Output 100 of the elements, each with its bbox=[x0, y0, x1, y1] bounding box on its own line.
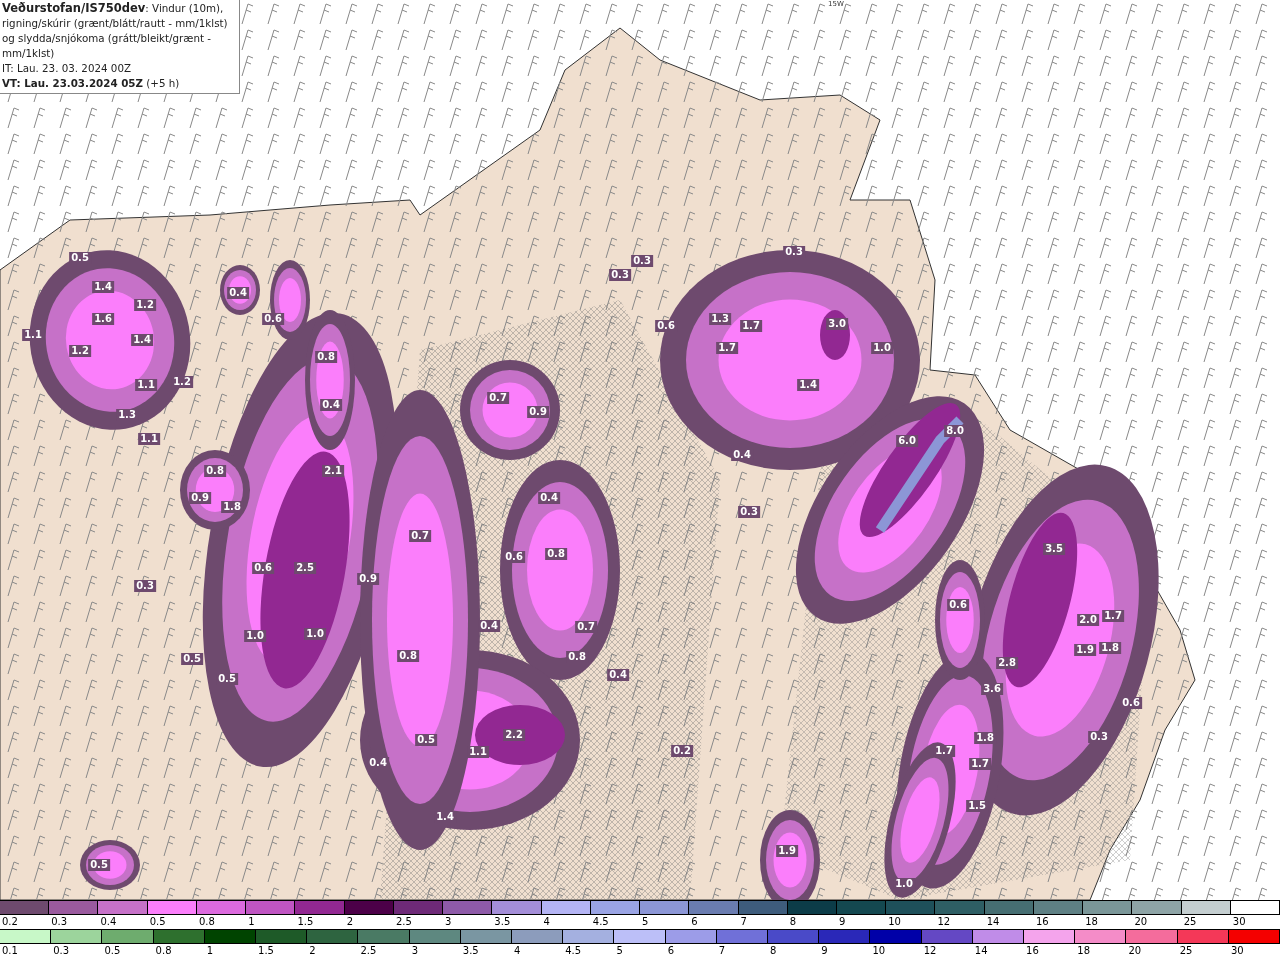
value-label: 1.0 bbox=[304, 628, 326, 640]
value-label: 1.7 bbox=[933, 745, 955, 757]
value-label: 0.6 bbox=[503, 551, 525, 563]
init-time: IT: Lau. 23. 03. 2024 00Z bbox=[2, 61, 132, 76]
value-label: 1.1 bbox=[22, 329, 44, 341]
value-label: 0.4 bbox=[538, 492, 560, 504]
value-label: 1.1 bbox=[135, 379, 157, 391]
value-label: 0.4 bbox=[731, 449, 753, 461]
value-label: 2.8 bbox=[996, 657, 1018, 669]
legend-label: 6 bbox=[691, 916, 698, 927]
legend-label: 5 bbox=[642, 916, 649, 927]
legend-label: 10 bbox=[872, 945, 886, 956]
legend-label: 0.3 bbox=[53, 945, 70, 956]
legend-label: 5 bbox=[616, 945, 623, 956]
value-label: 1.7 bbox=[740, 320, 762, 332]
value-label: 0.8 bbox=[397, 650, 419, 662]
valid-time: VT: Lau. 23.03.2024 05Z (+5 h) bbox=[2, 76, 181, 91]
legend-label: 10 bbox=[888, 916, 901, 927]
value-label: 0.9 bbox=[527, 406, 549, 418]
value-label: 1.0 bbox=[244, 630, 266, 642]
value-label: 0.3 bbox=[134, 580, 156, 592]
legend-label: 18 bbox=[1077, 945, 1090, 956]
legend-label: 9 bbox=[821, 945, 828, 956]
value-label: 0.4 bbox=[227, 287, 249, 299]
value-label: 0.4 bbox=[367, 757, 389, 769]
legend-label: 14 bbox=[986, 916, 1000, 927]
legend-label: 4.5 bbox=[592, 916, 609, 927]
legend-label: 7 bbox=[718, 945, 726, 956]
value-label: 1.2 bbox=[69, 345, 91, 357]
legend-label: 3 bbox=[411, 945, 418, 956]
legend-label: 16 bbox=[1026, 945, 1039, 956]
legend-label: 30 bbox=[1230, 945, 1244, 956]
value-label: 0.3 bbox=[783, 246, 805, 258]
legend-label: 8 bbox=[789, 916, 797, 927]
legend-label: 4.5 bbox=[565, 945, 582, 956]
legend-label: 20 bbox=[1134, 916, 1148, 927]
value-label: 0.6 bbox=[947, 599, 969, 611]
legend-label: 2.5 bbox=[360, 945, 377, 956]
legend-label: 1.5 bbox=[258, 945, 274, 956]
value-label: 0.8 bbox=[545, 548, 567, 560]
legend-label: 1.5 bbox=[297, 916, 314, 927]
value-label: 1.7 bbox=[969, 758, 991, 770]
value-label: 0.4 bbox=[607, 669, 629, 681]
legend-label: 2.5 bbox=[395, 916, 412, 927]
value-label: 0.5 bbox=[216, 673, 238, 685]
value-label: 0.7 bbox=[575, 621, 597, 633]
value-label: 0.6 bbox=[1120, 697, 1142, 709]
value-label: 1.9 bbox=[1074, 644, 1096, 656]
legend-label: 7 bbox=[740, 916, 747, 927]
value-label: 0.8 bbox=[566, 651, 588, 663]
legend-label: 8 bbox=[770, 945, 777, 956]
value-label: 0.8 bbox=[315, 351, 337, 363]
legend-label: 1 bbox=[248, 916, 255, 927]
legend-label: 0.2 bbox=[2, 916, 18, 927]
value-label: 1.3 bbox=[116, 409, 138, 421]
value-label: 0.3 bbox=[631, 255, 653, 267]
value-label: 3.0 bbox=[826, 318, 848, 330]
value-label: 1.4 bbox=[131, 334, 153, 346]
legend-label: 0.4 bbox=[100, 916, 117, 927]
value-label: 2.5 bbox=[294, 562, 316, 574]
value-label: 8.0 bbox=[944, 425, 966, 437]
value-label: 2.1 bbox=[322, 465, 344, 477]
value-label: 2.2 bbox=[503, 729, 525, 741]
value-label: 1.8 bbox=[1099, 642, 1121, 654]
chart-title: Veðurstofan/IS750dev: Vindur (10m), rigning/skúrir (grænt/blátt/rautt - mm/1klst) og slydda/snjókoma (grátt/bleikt/grænt - mm/1klst) bbox=[2, 1, 229, 61]
value-label: 1.5 bbox=[966, 800, 988, 812]
legend-label: 30 bbox=[1232, 916, 1246, 927]
value-label: 1.0 bbox=[871, 342, 893, 354]
legend-label: 16 bbox=[1035, 916, 1049, 927]
value-label: 0.5 bbox=[181, 653, 203, 665]
value-label: 0.6 bbox=[655, 320, 677, 332]
legend-label: 20 bbox=[1128, 945, 1142, 956]
legend-label: 2 bbox=[346, 916, 353, 927]
legend-label: 4 bbox=[543, 916, 550, 927]
value-label: 0.2 bbox=[671, 745, 693, 757]
value-label: 1.4 bbox=[434, 811, 456, 823]
value-label: 1.9 bbox=[776, 845, 798, 857]
value-label: 0.7 bbox=[487, 392, 509, 404]
value-label: 0.6 bbox=[252, 562, 274, 574]
legend-label: 1 bbox=[206, 945, 214, 956]
value-label: 1.4 bbox=[92, 281, 114, 293]
legend-label: 0.5 bbox=[104, 945, 121, 956]
value-label: 6.0 bbox=[896, 435, 918, 447]
legend-label: 4 bbox=[514, 945, 521, 956]
value-label: 1.1 bbox=[138, 433, 160, 445]
value-label: 0.3 bbox=[738, 506, 760, 518]
value-label: 1.2 bbox=[134, 299, 156, 311]
value-label: 0.5 bbox=[69, 252, 91, 264]
legend-label: 18 bbox=[1085, 916, 1098, 927]
legend-label: 3 bbox=[445, 916, 452, 927]
legend-label: 9 bbox=[839, 916, 846, 927]
value-label: 0.8 bbox=[204, 465, 226, 477]
legend-label: 12 bbox=[937, 916, 951, 927]
legend-label: 25 bbox=[1183, 916, 1197, 927]
legend-label: 0.8 bbox=[198, 916, 215, 927]
value-label: 0.9 bbox=[357, 573, 379, 585]
legend-label: 6 bbox=[667, 945, 674, 956]
value-label: 0.9 bbox=[189, 492, 211, 504]
value-label: 1.3 bbox=[709, 313, 731, 325]
legend-label: 0.3 bbox=[51, 916, 68, 927]
